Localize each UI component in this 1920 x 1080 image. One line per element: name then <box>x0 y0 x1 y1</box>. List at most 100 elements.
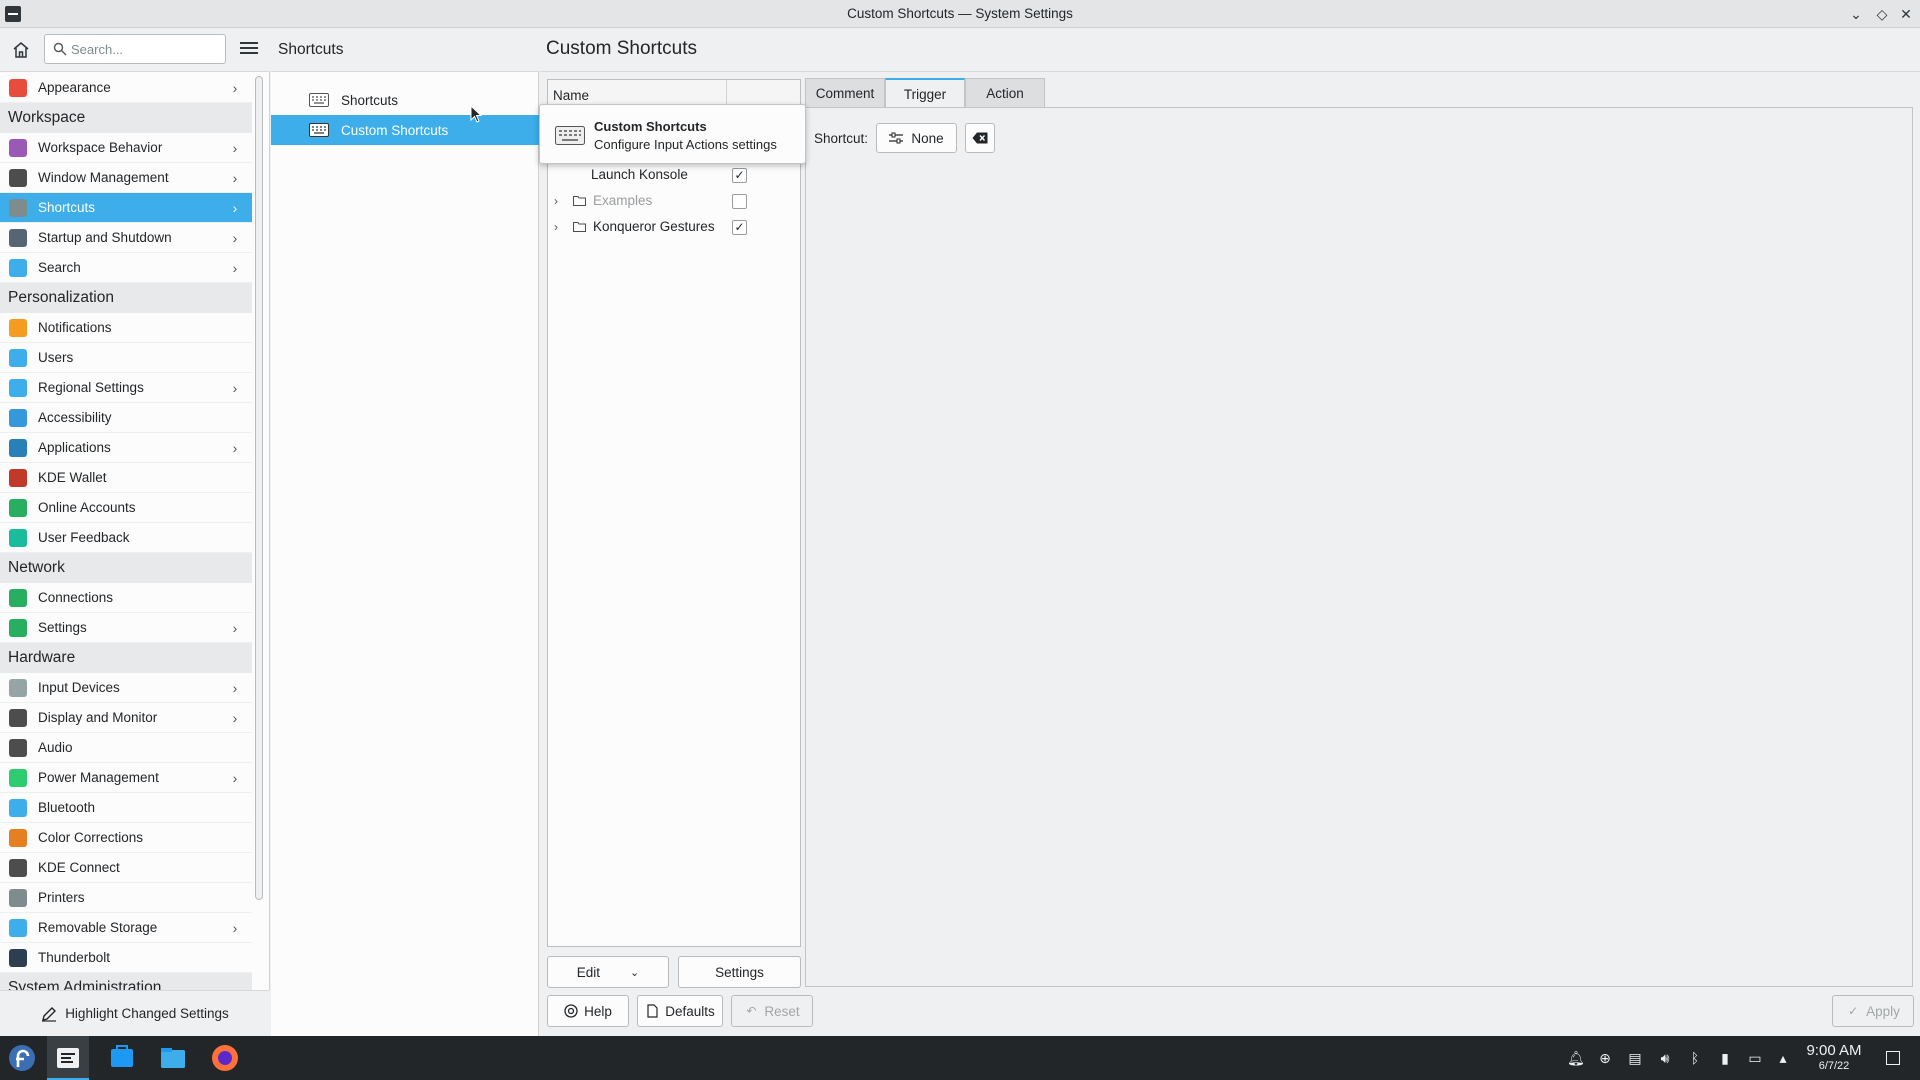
apply-label: Apply <box>1866 1003 1900 1019</box>
sidebar-item-workspace-behavior[interactable]: Workspace Behavior › <box>0 133 252 163</box>
sidebar-item-power-management[interactable]: Power Management › <box>0 763 252 793</box>
chevron-right-icon: › <box>232 259 238 276</box>
network-tray-icon[interactable]: ▭ <box>1747 1050 1763 1066</box>
sidebar-item-online-accounts[interactable]: Online Accounts <box>0 493 252 523</box>
enabled-checkbox[interactable]: ✓ <box>732 168 747 183</box>
undo-icon: ↶ <box>746 1004 757 1018</box>
sidebar-item-removable-storage[interactable]: Removable Storage › <box>0 913 252 943</box>
sidebar-scrollbar[interactable] <box>255 76 263 900</box>
clipboard-tray-icon[interactable]: ▤ <box>1627 1050 1643 1066</box>
enabled-checkbox[interactable]: ✓ <box>732 220 747 235</box>
highlight-changed-settings-button[interactable]: Highlight Changed Settings <box>0 990 270 1036</box>
firefox-icon[interactable] <box>210 1043 240 1073</box>
sidebar-item-kde-connect[interactable]: KDE Connect <box>0 853 252 883</box>
volume-tray-icon[interactable]: 🔊︎ <box>1657 1050 1673 1066</box>
updates-tray-icon[interactable]: ⊕ <box>1597 1050 1613 1066</box>
online-accounts-icon <box>9 498 27 517</box>
sidebar-item-applications[interactable]: Applications › <box>0 433 252 463</box>
bluetooth-tray-icon[interactable]: ᛒ <box>1687 1050 1703 1066</box>
sidebar-item-startup-and-shutdown[interactable]: Startup and Shutdown › <box>0 223 252 253</box>
subcategory-item-custom-shortcuts[interactable]: Custom Shortcuts <box>271 115 539 145</box>
chevron-right-icon: › <box>232 709 238 726</box>
minimize-button[interactable]: ⌄ <box>1846 4 1866 24</box>
sidebar-item-label: User Feedback <box>38 530 130 545</box>
home-button[interactable] <box>9 38 33 62</box>
close-button[interactable]: ✕ <box>1896 4 1916 24</box>
subcategory-item-label: Shortcuts <box>341 92 399 108</box>
applications-icon <box>9 438 27 457</box>
search-field[interactable] <box>44 34 226 64</box>
clear-shortcut-button[interactable] <box>965 123 995 153</box>
help-button[interactable]: Help <box>547 995 629 1027</box>
sidebar-item-search[interactable]: Search › <box>0 253 252 283</box>
power-icon <box>9 768 27 787</box>
file-manager-icon[interactable] <box>158 1043 188 1073</box>
subcategory-item-shortcuts[interactable]: Shortcuts <box>271 85 539 115</box>
tree-column-name[interactable]: Name <box>553 88 589 103</box>
chevron-right-icon: › <box>232 229 238 246</box>
reset-button[interactable]: ↶ Reset <box>731 995 813 1027</box>
sidebar-item-label: Color Corrections <box>38 830 144 845</box>
sidebar-item-audio[interactable]: Audio <box>0 733 252 763</box>
notifications-tray-icon[interactable]: 🔔︎ <box>1567 1050 1585 1066</box>
sidebar-section-network: Network <box>0 553 252 583</box>
hamburger-menu-icon[interactable] <box>238 39 260 59</box>
chevron-right-icon: › <box>232 169 238 186</box>
actions-tree[interactable]: Name Launch Konsole ✓ › Examples › Konqu… <box>547 79 801 947</box>
pen-icon <box>42 1006 57 1022</box>
settings-button[interactable]: Settings <box>678 956 801 988</box>
show-desktop-icon[interactable] <box>1886 1051 1900 1065</box>
sidebar-item-bluetooth[interactable]: Bluetooth <box>0 793 252 823</box>
edit-dropdown-button[interactable]: Edit ⌄ <box>547 956 669 988</box>
sidebar-item-printers[interactable]: Printers <box>0 883 252 913</box>
tree-row-launch-konsole[interactable]: Launch Konsole ✓ <box>548 162 800 188</box>
expand-arrow-icon[interactable]: › <box>554 220 558 234</box>
search-input[interactable] <box>71 40 221 58</box>
sidebar-item-label: Input Devices <box>38 680 120 695</box>
clock-date[interactable]: 6/7/22 <box>1802 1060 1866 1072</box>
sidebar-item-user-feedback[interactable]: User Feedback <box>0 523 252 553</box>
sidebar-item-window-management[interactable]: Window Management › <box>0 163 252 193</box>
defaults-button[interactable]: Defaults <box>637 995 723 1027</box>
sidebar-item-shortcuts[interactable]: Shortcuts › <box>0 193 252 223</box>
sidebar-item-users[interactable]: Users <box>0 343 252 373</box>
sidebar-item-settings[interactable]: Settings › <box>0 613 252 643</box>
sidebar-item-accessibility[interactable]: Accessibility <box>0 403 252 433</box>
tab-trigger[interactable]: Trigger <box>885 78 965 108</box>
bluetooth-icon <box>9 798 27 817</box>
defaults-label: Defaults <box>665 1003 715 1019</box>
tree-row-examples[interactable]: › Examples <box>548 188 800 214</box>
maximize-button[interactable]: ◇ <box>1872 4 1892 24</box>
sidebar-item-display-and-monitor[interactable]: Display and Monitor › <box>0 703 252 733</box>
sidebar-item-notifications[interactable]: Notifications <box>0 313 252 343</box>
storage-tray-icon[interactable]: ▮ <box>1717 1050 1733 1066</box>
expand-tray-icon[interactable]: ▴ <box>1775 1050 1791 1066</box>
tab-comment[interactable]: Comment <box>805 78 885 108</box>
column-separator[interactable] <box>726 80 727 107</box>
sidebar-item-kde-wallet[interactable]: KDE Wallet <box>0 463 252 493</box>
startup-shutdown-icon <box>9 228 27 247</box>
sidebar-item-regional-settings[interactable]: Regional Settings › <box>0 373 252 403</box>
clock-time[interactable]: 9:00 AM <box>1802 1042 1866 1059</box>
sidebar-item-input-devices[interactable]: Input Devices › <box>0 673 252 703</box>
sidebar-item-color-corrections[interactable]: Color Corrections <box>0 823 252 853</box>
taskbar: 🔔︎ ⊕ ▤ 🔊︎ ᛒ ▮ ▭ ▴ 9:00 AM 6/7/22 <box>0 1036 1920 1080</box>
sidebar-item-connections[interactable]: Connections <box>0 583 252 613</box>
window-management-icon <box>9 168 27 187</box>
enabled-checkbox[interactable] <box>732 194 747 209</box>
discover-icon[interactable] <box>107 1043 137 1073</box>
sidebar-section-hardware: Hardware <box>0 643 252 673</box>
expand-arrow-icon[interactable]: › <box>554 194 558 208</box>
shortcut-key-button[interactable]: None <box>876 123 957 153</box>
sidebar-item-thunderbolt[interactable]: Thunderbolt <box>0 943 252 973</box>
sidebar-item-label: Workspace Behavior <box>38 140 163 155</box>
chevron-right-icon: › <box>232 619 238 636</box>
apply-button[interactable]: ✓ Apply <box>1832 995 1914 1027</box>
tree-row-konqueror-gestures[interactable]: › Konqueror Gestures ✓ <box>548 214 800 240</box>
tab-action[interactable]: Action <box>965 78 1045 108</box>
subcategory-item-label: Custom Shortcuts <box>341 122 449 138</box>
subcategory-panel: Shortcuts Shortcuts Custom Shortcuts <box>271 28 539 1036</box>
window-title: Custom Shortcuts — System Settings <box>847 6 1073 21</box>
sidebar-item-appearance[interactable]: Appearance › <box>0 73 252 103</box>
fedora-launcher-icon[interactable] <box>7 1043 37 1073</box>
